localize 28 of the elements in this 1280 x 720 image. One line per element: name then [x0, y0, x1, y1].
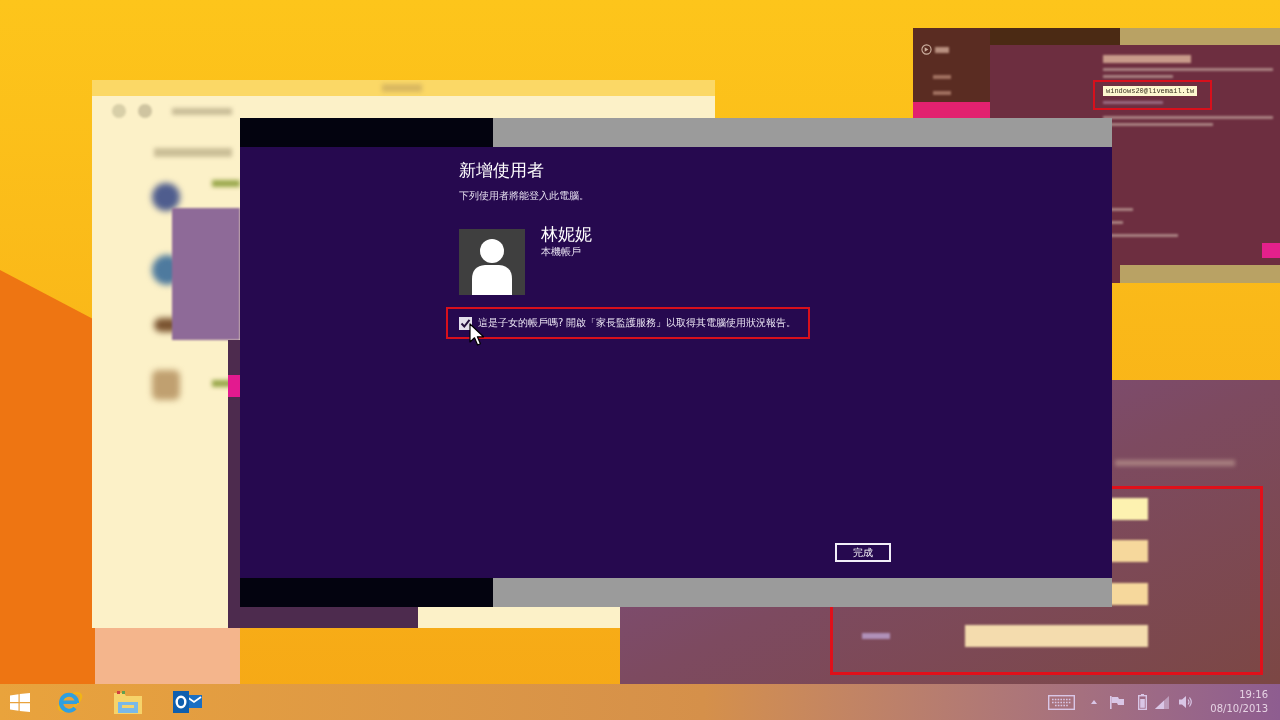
checkmark-icon — [460, 317, 471, 329]
keyboard-icon[interactable] — [1048, 694, 1076, 710]
blurred-icon — [152, 183, 180, 211]
blurred-text-line — [1103, 75, 1173, 78]
clock-date[interactable]: 08/10/2013 — [1210, 702, 1268, 716]
user-silhouette-icon — [459, 229, 525, 295]
battery-icon[interactable] — [1138, 694, 1148, 710]
windows-logo-icon[interactable] — [10, 692, 30, 712]
folder-icon[interactable] — [113, 689, 143, 715]
signal-bars-icon[interactable] — [1155, 695, 1170, 709]
dialog-title: 新增使用者 — [459, 159, 544, 181]
blurred-tile — [228, 375, 240, 397]
blurred-icon — [152, 370, 180, 400]
account-type: 本機帳戶 — [541, 245, 581, 259]
blurred-text-line — [1103, 101, 1163, 104]
blurred-icon — [138, 104, 152, 118]
mail-app-icon[interactable] — [172, 689, 202, 715]
user-name: 林妮妮 — [541, 223, 592, 245]
dialog-subtitle: 下列使用者將能登入此電腦。 — [459, 189, 589, 203]
speaker-icon[interactable] — [1179, 695, 1193, 709]
caret-up-icon[interactable] — [1091, 700, 1098, 704]
checkbox-label: 這是子女的帳戶嗎? 開啟「家長監護服務」以取得其電腦使用狀況報告。 — [478, 316, 797, 330]
done-button[interactable]: 完成 — [835, 543, 891, 562]
flag-icon[interactable] — [1110, 695, 1125, 709]
clock-time[interactable]: 19:16 — [1239, 688, 1268, 702]
blurred-icon — [112, 104, 126, 118]
back-circle-icon[interactable] — [921, 44, 932, 55]
browser-icon[interactable] — [56, 689, 84, 715]
